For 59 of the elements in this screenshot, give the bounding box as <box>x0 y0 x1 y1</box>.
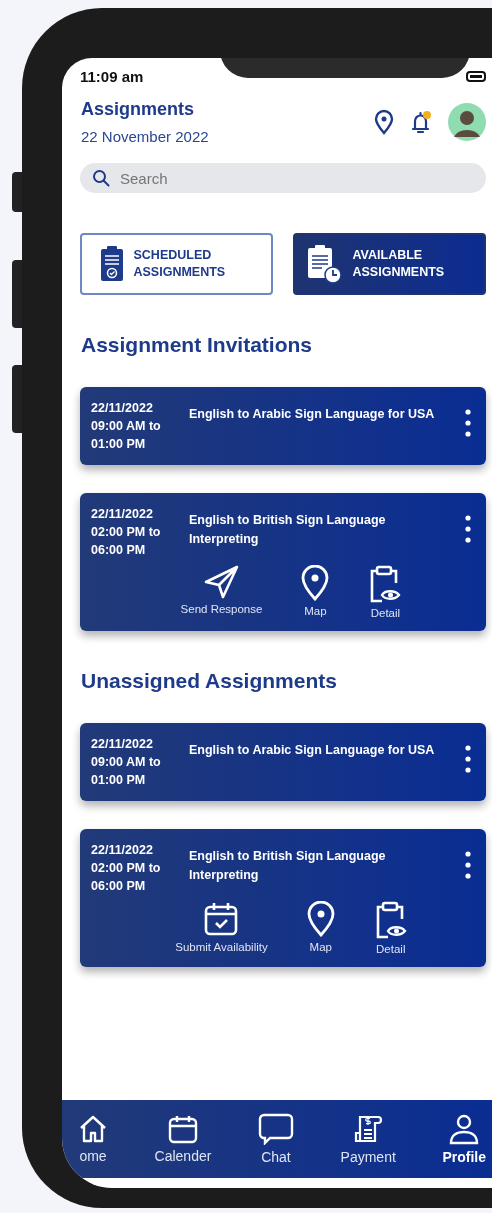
nav-tab[interactable]: Chat <box>252 1113 300 1165</box>
chat-bubble-icon <box>258 1113 294 1145</box>
card-date: 22/11/2022 <box>91 842 154 859</box>
paper-plane-icon <box>202 565 241 599</box>
assignments-tab[interactable]: AVAILABLE ASSIGNMENTS <box>293 233 486 295</box>
calendar-icon <box>167 1114 199 1144</box>
more-options-icon[interactable] <box>464 850 472 880</box>
clipboard-clock-icon <box>306 244 343 284</box>
card-date: 22/11/2022 <box>91 736 154 753</box>
home-icon <box>78 1114 108 1144</box>
clipboard-eye-icon <box>368 565 403 603</box>
page-title: Assignments <box>81 99 196 120</box>
nav-tab[interactable]: Calender <box>148 1114 218 1164</box>
nav-tab[interactable]: ome <box>72 1114 114 1164</box>
card-time: 06:00 PM <box>91 878 147 895</box>
card-time: 02:00 PM to <box>91 524 162 541</box>
search-field[interactable]: Search <box>80 163 486 193</box>
card-action-button[interactable]: Detail <box>364 565 407 619</box>
page-date: 22 November 2022 <box>81 128 209 145</box>
card-action-button[interactable]: Map <box>301 901 340 955</box>
person-icon <box>448 1113 481 1145</box>
location-pin-icon <box>305 901 336 937</box>
location-pin-icon[interactable] <box>374 109 394 135</box>
nav-tab[interactable]: Profile <box>436 1113 492 1165</box>
card-title: English to Arabic Sign Language for USA <box>189 406 436 423</box>
more-options-icon[interactable] <box>464 514 472 544</box>
card-time: 02:00 PM to <box>91 860 162 877</box>
card-date: 22/11/2022 <box>91 506 154 523</box>
more-options-icon[interactable] <box>464 408 472 438</box>
card-time: 06:00 PM <box>91 542 147 559</box>
card-title: English to Arabic Sign Language for USA <box>189 742 436 759</box>
location-pin-icon <box>300 565 331 601</box>
nav-tab[interactable]: Payment <box>334 1113 402 1165</box>
calendar-check-icon <box>203 901 240 937</box>
card-time: 01:00 PM <box>91 772 147 789</box>
section-title: Assignment Invitations <box>80 333 314 357</box>
avatar-icon[interactable] <box>448 103 486 141</box>
card-date: 22/11/2022 <box>91 400 154 417</box>
status-time: 11:09 am <box>80 67 144 85</box>
card-title: English to British Sign Language Interpreting <box>189 512 387 548</box>
assignment-card[interactable]: 22/11/2022 02:00 PM to 06:00 PM English to British Sign Language Interpreting Submit Availability Map Detail <box>80 829 486 967</box>
battery-icon <box>466 70 486 82</box>
assignment-card[interactable]: 22/11/2022 09:00 AM to 01:00 PM English to Arabic Sign Language for USA <box>80 387 486 465</box>
card-time: 01:00 PM <box>91 436 147 453</box>
card-title: English to British Sign Language Interpreting <box>189 848 387 884</box>
card-action-button[interactable]: Send Response <box>176 565 267 619</box>
receipt-icon <box>352 1113 385 1145</box>
card-action-button[interactable]: Detail <box>369 901 412 955</box>
assignment-card[interactable]: 22/11/2022 02:00 PM to 06:00 PM English to British Sign Language Interpreting Send Response Map Detail <box>80 493 486 631</box>
assignment-card[interactable]: 22/11/2022 09:00 AM to 01:00 PM English to Arabic Sign Language for USA <box>80 723 486 801</box>
assignments-tab[interactable]: SCHEDULED ASSIGNMENTS <box>80 233 273 295</box>
section-title: Unassigned Assignments <box>80 669 338 693</box>
card-action-button[interactable]: Map <box>296 565 335 619</box>
clipboard-check-icon <box>99 246 124 282</box>
search-icon <box>92 169 110 187</box>
card-time: 09:00 AM to <box>91 754 162 771</box>
more-options-icon[interactable] <box>464 744 472 774</box>
card-action-button[interactable]: Submit Availability <box>171 901 272 955</box>
card-time: 09:00 AM to <box>91 418 162 435</box>
